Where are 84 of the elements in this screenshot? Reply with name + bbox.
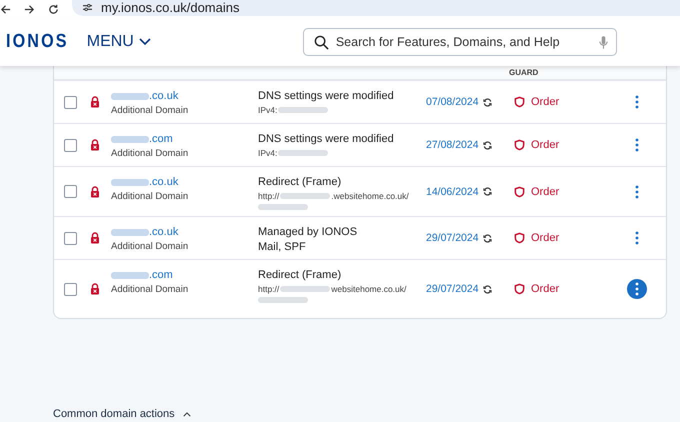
domain-link[interactable]: .com xyxy=(149,133,173,145)
redaction-blur xyxy=(111,178,149,186)
domain-link[interactable]: .co.uk xyxy=(149,176,178,188)
order-link[interactable]: Order xyxy=(531,139,560,151)
redaction-blur xyxy=(111,136,149,142)
lock-icon xyxy=(90,283,100,295)
status-text: DNS settings were modified xyxy=(258,90,395,102)
redaction-blur xyxy=(278,150,328,156)
checkbox[interactable] xyxy=(64,232,77,244)
date-text: 27/08/2024 xyxy=(426,139,479,151)
domain-type: Additional Domain xyxy=(111,191,190,202)
domain-link[interactable]: .co.uk xyxy=(149,226,178,238)
status-text: Managed by IONOS xyxy=(258,226,358,238)
checkbox[interactable] xyxy=(64,138,77,152)
menu-button[interactable]: MENU xyxy=(84,31,153,53)
redaction-blur xyxy=(280,286,330,292)
chevron-down-icon xyxy=(138,38,151,46)
lock-icon xyxy=(90,232,100,244)
status-text: DNS settings were modified xyxy=(258,133,395,145)
detail-text: http:// xyxy=(258,284,280,294)
search-icon xyxy=(314,34,329,50)
column-header: GUARD xyxy=(509,67,538,79)
detail-text: http:// xyxy=(258,191,280,201)
domain-link[interactable]: .co.uk xyxy=(149,90,178,102)
order-link[interactable]: Order xyxy=(531,232,560,244)
domain-type: Additional Domain xyxy=(111,284,190,295)
detail-text: Mail, SPF xyxy=(258,241,306,253)
shield-icon xyxy=(514,232,525,244)
date-text: 29/07/2024 xyxy=(426,232,479,244)
checkbox[interactable] xyxy=(64,185,77,198)
url-text: my.ionos.co.uk/domains xyxy=(101,0,240,14)
shield-icon xyxy=(514,139,525,151)
status-text: Redirect (Frame) xyxy=(258,176,342,188)
renew-icon xyxy=(482,98,492,106)
more-vertical-icon xyxy=(635,138,639,152)
search-bar[interactable]: Search for Features, Domains, and Help xyxy=(302,28,617,56)
more-vertical-icon xyxy=(635,184,639,198)
renew-icon xyxy=(482,284,492,294)
redaction-blur xyxy=(111,228,149,236)
date-text: 14/06/2024 xyxy=(426,186,479,198)
checkbox[interactable] xyxy=(64,96,77,108)
more-options-button[interactable] xyxy=(627,279,647,299)
more-vertical-icon xyxy=(635,95,639,109)
lock-icon xyxy=(90,186,100,198)
order-link[interactable]: Order xyxy=(531,186,560,198)
checkbox[interactable] xyxy=(64,282,77,296)
detail-text: .websitehome.co.uk/ xyxy=(331,191,409,201)
shield-icon xyxy=(514,96,525,108)
domain-type: Additional Domain xyxy=(111,148,190,159)
renew-icon xyxy=(482,140,492,150)
address-bar[interactable]: my.ionos.co.uk/domains xyxy=(72,0,680,16)
detail-text: IPv4: xyxy=(258,148,278,158)
more-vertical-icon xyxy=(635,231,639,245)
date-text: 07/08/2024 xyxy=(426,96,479,108)
renew-icon xyxy=(482,187,492,196)
microphone-icon[interactable] xyxy=(598,34,608,50)
redaction-blur xyxy=(111,272,149,278)
redaction-blur xyxy=(280,193,330,199)
detail-text: IPv4: xyxy=(258,105,278,115)
forward-icon[interactable] xyxy=(24,4,35,14)
shield-icon xyxy=(514,186,525,198)
site-settings-icon[interactable] xyxy=(82,2,93,12)
order-link[interactable]: Order xyxy=(531,283,560,295)
redaction-blur xyxy=(278,107,328,113)
detail-text: websitehome.co.uk/ xyxy=(331,284,406,294)
section-toggle[interactable]: Common domain actions xyxy=(53,408,191,420)
more-vertical-icon xyxy=(635,282,639,296)
search-field[interactable]: Search for Features, Domains, and Help xyxy=(334,34,594,50)
logo[interactable]: IONOS xyxy=(6,31,69,53)
redaction-blur xyxy=(258,204,308,210)
renew-icon xyxy=(482,234,492,242)
lock-icon xyxy=(90,139,100,151)
date-text: 29/07/2024 xyxy=(426,283,479,295)
domain-type: Additional Domain xyxy=(111,105,190,116)
order-link[interactable]: Order xyxy=(531,96,560,108)
redaction-blur xyxy=(258,297,308,303)
status-text: Redirect (Frame) xyxy=(258,269,342,281)
reload-icon[interactable] xyxy=(48,4,59,14)
lock-icon xyxy=(90,96,100,108)
back-icon[interactable] xyxy=(0,4,11,14)
shield-icon xyxy=(514,283,525,295)
domain-link[interactable]: .com xyxy=(149,269,173,281)
redaction-blur xyxy=(111,92,149,100)
domain-type: Additional Domain xyxy=(111,241,190,252)
